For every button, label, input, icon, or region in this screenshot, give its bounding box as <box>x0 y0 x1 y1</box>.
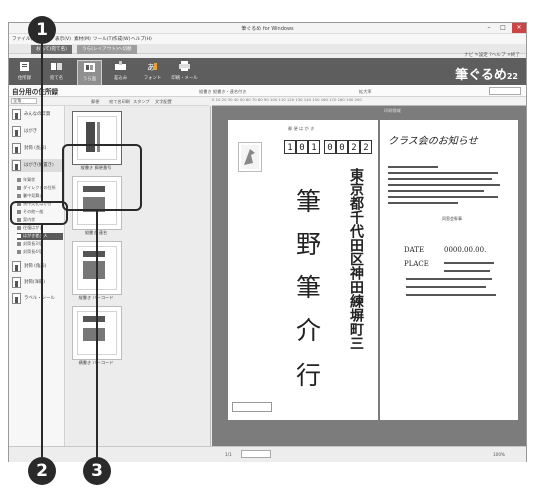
envelope-icon <box>12 143 21 154</box>
date-label: DATE <box>404 246 425 254</box>
ribbon-print-button[interactable]: 印刷・メール <box>171 60 198 84</box>
postcard-header: 郵 便 は が き <box>288 126 315 131</box>
stamp-area <box>238 142 262 172</box>
title-bar: 筆ぐるめ for Windows – □ ✕ <box>9 23 526 34</box>
column-address-print[interactable]: 宛て名印刷 <box>109 99 130 105</box>
recipient-char-1: 筆 <box>296 187 322 216</box>
insert-icon <box>115 61 126 70</box>
menu-tools[interactable]: ツール(T) <box>93 36 113 42</box>
place-label: PLACE <box>404 260 429 268</box>
menu-bar: ファイル(F) 編集(E) 表示(V) 素材(M) ツール(T) 作成(W) ヘ… <box>9 34 526 44</box>
envelope-icon <box>12 261 21 272</box>
printer-icon <box>179 61 190 71</box>
nav-item-postcard-vertical[interactable]: はがき(縦置き) <box>11 159 63 172</box>
card-icon <box>12 109 21 120</box>
menu-create[interactable]: 作成(W) <box>113 36 130 42</box>
subitem-8[interactable]: 封筒長3号 <box>17 241 63 248</box>
recipient-char-3: 筆 <box>296 273 322 302</box>
callout-badge-1: 1 <box>28 16 56 44</box>
ribbon-layout-button[interactable]: うら面 <box>77 60 102 86</box>
back-note: 同窓会幹事 <box>442 216 462 221</box>
page-indicator: 1/1 <box>225 452 232 457</box>
callout-line-2 <box>41 224 43 457</box>
ribbon: 住所録 宛て名 うら面 差込み あ フォント 印刷・メール 筆ぐるめ22 <box>9 58 526 86</box>
subitem-9[interactable]: 封筒長4号 <box>17 249 63 256</box>
card-icon <box>12 126 21 137</box>
envelope-icon <box>12 277 21 288</box>
callout-line-1 <box>41 42 43 202</box>
ribbon-address-book-button[interactable]: 住所録 <box>13 60 36 84</box>
nav-item-postcard[interactable]: はがき <box>11 125 63 138</box>
postcard-back[interactable]: 印刷領域 クラス会のお知らせ 同窓会幹事 DATE 0000.00.00. PL… <box>380 108 518 420</box>
menu-help[interactable]: ヘルプ(H) <box>131 36 152 42</box>
ribbon-addressee-button[interactable]: 宛て名 <box>45 60 68 84</box>
zoom-label: 拡大率 <box>359 89 372 94</box>
font-icon: あ <box>147 63 157 72</box>
recipient-char-5: 行 <box>296 361 322 390</box>
search-placeholder: 全角 <box>13 98 22 103</box>
sender-code-boxes <box>232 402 272 412</box>
address-text: 東京都千代田区神田練塀町三 <box>348 168 364 350</box>
subitem-selected[interactable]: はがき差出人 <box>17 233 63 240</box>
thumbs-filter-bar: 全角 郵便 宛て名印刷 スタンプ 文字配置 <box>9 97 209 106</box>
date-value: 0000.00.00. <box>444 246 487 254</box>
recipient-char-4: 介 <box>296 316 322 345</box>
maximize-button[interactable]: □ <box>496 23 510 33</box>
label-icon <box>12 293 21 304</box>
status-bar: 1/1 100% <box>9 446 526 462</box>
crane-stamp-icon <box>241 145 259 169</box>
column-stamp[interactable]: スタンプ <box>133 99 150 105</box>
svg-text:あ: あ <box>147 63 155 72</box>
nav-item-greeting[interactable]: みんなの年賀 <box>11 108 63 121</box>
category-nav: みんなの年賀 はがき 封筒 (長形) はがき(縦置き) 年賀状 ダイレクトの住所… <box>9 106 65 446</box>
nav-item-envelope-western[interactable]: 封筒(洋形) <box>11 276 63 289</box>
close-button[interactable]: ✕ <box>512 23 526 33</box>
postal-code-boxes: 1 0 1 0 0 2 2 <box>284 140 384 156</box>
addressee-icon <box>51 63 62 70</box>
layout-icon <box>84 63 95 72</box>
tab-back[interactable]: うら(レイアウト)へ切替 <box>77 45 137 54</box>
ruler: 0 10 20 30 40 50 60 70 80 90 100 110 120… <box>212 97 526 106</box>
callout-frame-2 <box>10 201 68 225</box>
minimize-button[interactable]: – <box>482 23 496 33</box>
panel-header: 自分用の住所録 縦書き 縦書き・連名付き 拡大率 <box>9 85 526 97</box>
nav-item-envelope-long[interactable]: 封筒 (長形) <box>11 142 63 155</box>
print-area-label: 印刷領域 <box>384 108 401 113</box>
canvas-template-name: 縦書き 縦書き・連名付き <box>199 89 247 94</box>
column-postal[interactable]: 郵便 <box>91 99 99 105</box>
nav-item-envelope-square[interactable]: 封筒 (角形) <box>11 260 63 273</box>
menu-view[interactable]: 表示(V) <box>55 36 71 42</box>
app-window: 筆ぐるめ for Windows – □ ✕ ファイル(F) 編集(E) 表示(… <box>8 22 527 462</box>
subitem-1[interactable]: ダイレクトの住所 <box>17 185 63 192</box>
postcard-front[interactable]: 郵 便 は が き 1 0 1 0 0 2 2 東京都千代田区神田練塀町三 筆 … <box>228 120 378 420</box>
page-nav[interactable] <box>241 450 271 458</box>
address-book-title: 自分用の住所録 <box>12 88 59 96</box>
address-book-icon <box>20 62 29 71</box>
mode-tabs: おもて(宛て名) うら(レイアウト)へ切替 <box>9 44 526 54</box>
zoom-level[interactable]: 100% <box>493 452 505 457</box>
menu-material[interactable]: 素材(M) <box>74 36 91 42</box>
subitem-6[interactable]: 往復はがき <box>17 225 63 232</box>
callout-line-3 <box>96 210 98 457</box>
window-title: 筆ぐるめ for Windows <box>241 26 294 32</box>
recipient-char-2: 野 <box>296 230 322 259</box>
card-icon <box>12 160 21 171</box>
back-title: クラス会のお知らせ <box>388 136 478 147</box>
subitem-0[interactable]: 年賀状 <box>17 177 63 184</box>
ribbon-insert-button[interactable]: 差込み <box>109 60 132 84</box>
preview-canvas: 0 10 20 30 40 50 60 70 80 90 100 110 120… <box>212 97 526 446</box>
brand-logo: 筆ぐるめ22 <box>455 68 518 83</box>
callout-frame-3 <box>62 144 142 211</box>
zoom-select[interactable] <box>489 87 521 95</box>
callout-badge-2: 2 <box>28 457 56 485</box>
subitem-2[interactable]: 暑中見舞い <box>17 193 63 200</box>
column-text-layout[interactable]: 文字配置 <box>155 99 172 105</box>
nav-item-label[interactable]: ラベル・シール <box>11 292 63 305</box>
ribbon-font-button[interactable]: あ フォント <box>141 60 164 84</box>
tab-front[interactable]: おもて(宛て名) <box>31 45 72 54</box>
callout-badge-3: 3 <box>83 457 111 485</box>
